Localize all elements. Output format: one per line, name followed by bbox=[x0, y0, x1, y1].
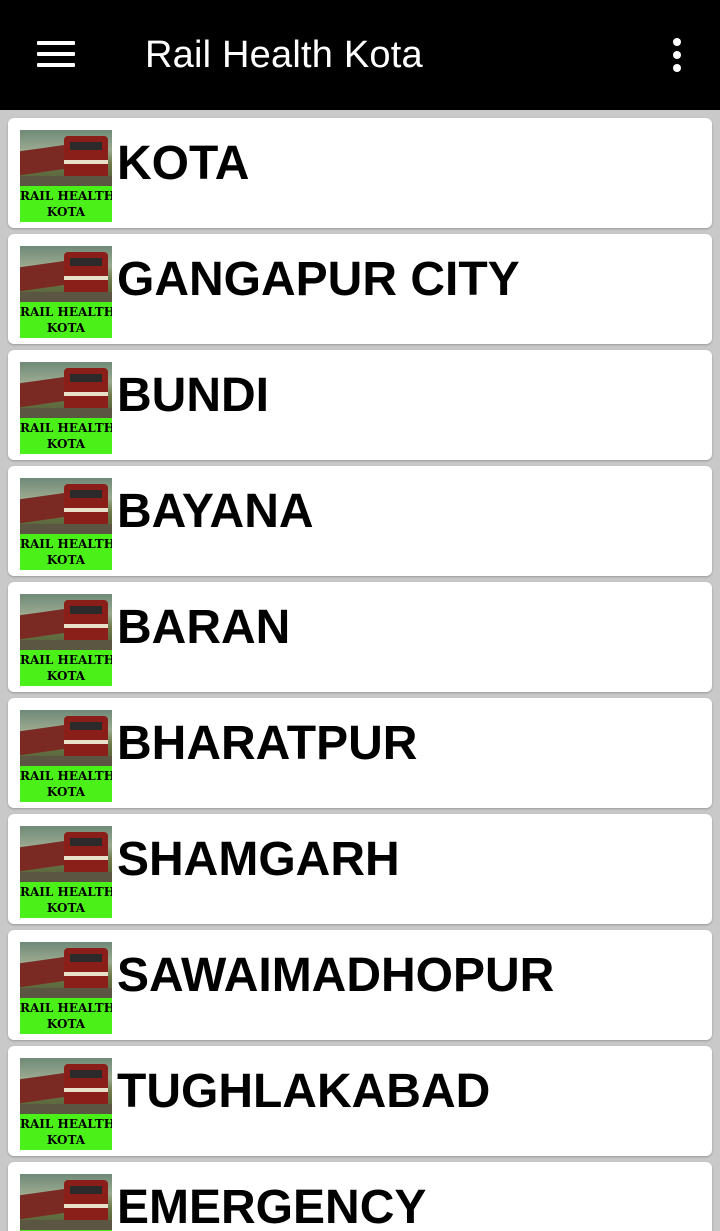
station-name: BHARATPUR bbox=[117, 717, 418, 770]
station-row-tughlakabad[interactable]: RAIL HEALTH KOTA TUGHLAKABAD bbox=[8, 1046, 712, 1156]
station-row-emergency[interactable]: RAIL HEALTH KOTA EMERGENCY bbox=[8, 1162, 712, 1231]
thumbnail-label: RAIL HEALTH KOTA bbox=[20, 882, 112, 918]
thumbnail-label: RAIL HEALTH KOTA bbox=[20, 302, 112, 338]
station-row-bundi[interactable]: RAIL HEALTH KOTA BUNDI bbox=[8, 350, 712, 460]
app-bar: Rail Health Kota bbox=[0, 0, 720, 110]
station-name: SHAMGARH bbox=[117, 833, 400, 886]
train-photo bbox=[20, 362, 112, 418]
rail-health-kota-thumbnail: RAIL HEALTH KOTA bbox=[20, 1058, 112, 1150]
train-photo bbox=[20, 130, 112, 186]
station-row-baran[interactable]: RAIL HEALTH KOTA BARAN bbox=[8, 582, 712, 692]
station-name: BUNDI bbox=[117, 369, 269, 422]
station-name: SAWAIMADHOPUR bbox=[117, 949, 555, 1002]
thumbnail-label: RAIL HEALTH KOTA bbox=[20, 766, 112, 802]
station-name: EMERGENCY bbox=[117, 1181, 427, 1231]
station-name: BARAN bbox=[117, 601, 291, 654]
overflow-dot bbox=[673, 51, 681, 59]
train-photo bbox=[20, 246, 112, 302]
hamburger-menu-icon[interactable] bbox=[28, 30, 84, 78]
rail-health-kota-thumbnail: RAIL HEALTH KOTA bbox=[20, 1174, 112, 1231]
thumbnail-label: RAIL HEALTH KOTA bbox=[20, 534, 112, 570]
train-photo bbox=[20, 942, 112, 998]
thumbnail-label: RAIL HEALTH KOTA bbox=[20, 186, 112, 222]
train-photo bbox=[20, 478, 112, 534]
station-row-gangapur-city[interactable]: RAIL HEALTH KOTA GANGAPUR CITY bbox=[8, 234, 712, 344]
train-photo bbox=[20, 826, 112, 882]
station-name: BAYANA bbox=[117, 485, 314, 538]
rail-health-kota-thumbnail: RAIL HEALTH KOTA bbox=[20, 710, 112, 802]
thumbnail-label: RAIL HEALTH KOTA bbox=[20, 418, 112, 454]
station-row-shamgarh[interactable]: RAIL HEALTH KOTA SHAMGARH bbox=[8, 814, 712, 924]
app-title: Rail Health Kota bbox=[145, 34, 423, 76]
station-name: KOTA bbox=[117, 137, 250, 190]
menu-bar-top bbox=[37, 41, 75, 45]
station-row-bayana[interactable]: RAIL HEALTH KOTA BAYANA bbox=[8, 466, 712, 576]
train-photo bbox=[20, 710, 112, 766]
station-list[interactable]: RAIL HEALTH KOTA KOTA RAIL HEALTH KOTA G… bbox=[0, 110, 720, 1231]
more-vertical-icon[interactable] bbox=[660, 30, 694, 80]
rail-health-kota-thumbnail: RAIL HEALTH KOTA bbox=[20, 362, 112, 454]
station-name: GANGAPUR CITY bbox=[117, 253, 520, 306]
station-row-sawaimadhopur[interactable]: RAIL HEALTH KOTA SAWAIMADHOPUR bbox=[8, 930, 712, 1040]
menu-bar-middle bbox=[37, 52, 75, 56]
train-photo bbox=[20, 1058, 112, 1114]
thumbnail-label: RAIL HEALTH KOTA bbox=[20, 998, 112, 1034]
overflow-dot bbox=[673, 38, 681, 46]
overflow-dot bbox=[673, 64, 681, 72]
thumbnail-label: RAIL HEALTH KOTA bbox=[20, 1114, 112, 1150]
rail-health-kota-thumbnail: RAIL HEALTH KOTA bbox=[20, 130, 112, 222]
station-name: TUGHLAKABAD bbox=[117, 1065, 491, 1118]
train-photo bbox=[20, 594, 112, 650]
rail-health-kota-thumbnail: RAIL HEALTH KOTA bbox=[20, 826, 112, 918]
station-row-kota[interactable]: RAIL HEALTH KOTA KOTA bbox=[8, 118, 712, 228]
train-photo bbox=[20, 1174, 112, 1230]
rail-health-kota-thumbnail: RAIL HEALTH KOTA bbox=[20, 478, 112, 570]
thumbnail-label: RAIL HEALTH KOTA bbox=[20, 650, 112, 686]
rail-health-kota-thumbnail: RAIL HEALTH KOTA bbox=[20, 942, 112, 1034]
rail-health-kota-thumbnail: RAIL HEALTH KOTA bbox=[20, 594, 112, 686]
menu-bar-bottom bbox=[37, 63, 75, 67]
station-row-bharatpur[interactable]: RAIL HEALTH KOTA BHARATPUR bbox=[8, 698, 712, 808]
rail-health-kota-thumbnail: RAIL HEALTH KOTA bbox=[20, 246, 112, 338]
